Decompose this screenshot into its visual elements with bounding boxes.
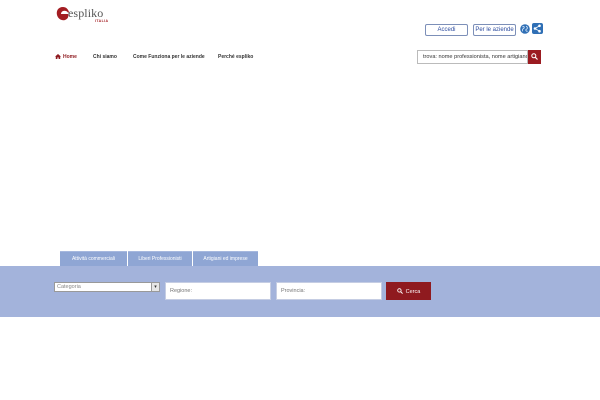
nav-home-label: Home [63, 54, 77, 60]
globe-icon[interactable] [520, 24, 530, 34]
site-logo[interactable]: espliko ITALIA [55, 6, 115, 26]
login-button[interactable]: Accedi [425, 24, 468, 36]
category-selected-value: Categoria [57, 284, 81, 290]
province-field[interactable] [276, 282, 382, 300]
nav-come-funziona[interactable]: Come Funziona per le aziende [133, 54, 205, 60]
region-field[interactable] [165, 282, 271, 300]
search-icon [531, 53, 538, 60]
chevron-down-icon: ▾ [151, 283, 159, 291]
search-input[interactable] [417, 50, 528, 64]
home-icon [55, 54, 61, 59]
tab-artigiani-imprese[interactable]: Artigiani ed imprese [193, 251, 258, 266]
search-button[interactable] [528, 50, 541, 64]
logo-subtitle: ITALIA [95, 19, 109, 23]
category-select[interactable]: Categoria ▾ [54, 282, 160, 292]
business-button[interactable]: Per le aziende [473, 24, 516, 36]
search-icon [396, 287, 403, 294]
tab-liberi-professionisti[interactable]: Liberi Professionisti [128, 251, 192, 266]
share-icon[interactable] [532, 23, 543, 34]
nav-chi-siamo[interactable]: Chi siamo [93, 54, 117, 60]
tab-attivita-commerciali[interactable]: Attività commerciali [60, 251, 127, 266]
search-submit-label: Cerca [405, 288, 421, 295]
nav-perche-espliko[interactable]: Perché espliko [218, 54, 253, 60]
search-submit-button[interactable]: Cerca [386, 282, 431, 300]
nav-home[interactable]: Home [55, 54, 77, 60]
